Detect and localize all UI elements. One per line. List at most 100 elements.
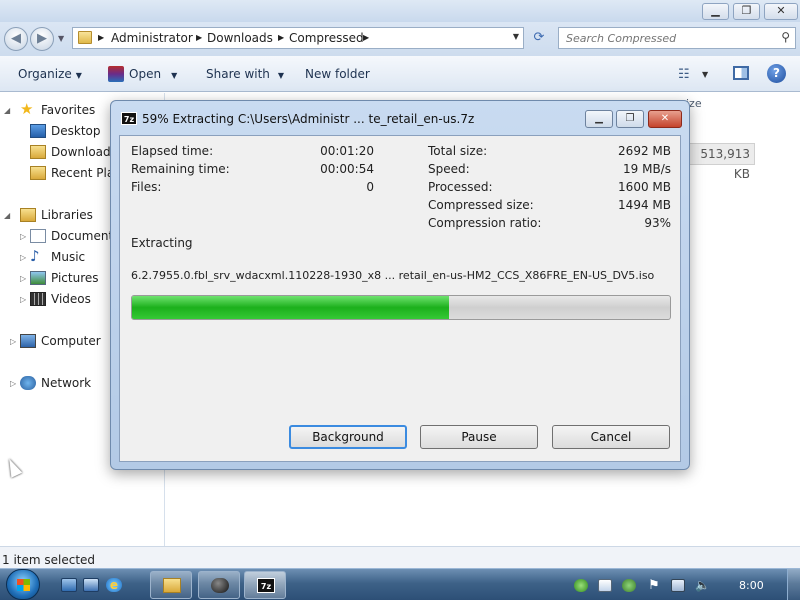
dialog-body: Elapsed time: 00:01:20 Remaining time: 0…	[119, 135, 681, 462]
help-icon[interactable]: ?	[767, 64, 786, 83]
music-icon: ♪	[30, 247, 40, 265]
collapse-icon[interactable]: ◢	[4, 211, 10, 220]
back-button[interactable]: ◀	[4, 27, 28, 51]
expand-icon[interactable]: ▷	[20, 253, 26, 262]
dialog-minimize-button[interactable]: ▁	[585, 110, 613, 128]
nav-computer[interactable]: Computer	[41, 334, 101, 348]
chevron-right-icon[interactable]: ▶	[196, 31, 202, 45]
nav-downloads[interactable]: Downloads	[51, 145, 117, 159]
task-windows-explorer[interactable]	[150, 571, 192, 599]
search-icon[interactable]: ⚲	[781, 30, 790, 44]
preview-pane-icon[interactable]	[733, 66, 749, 80]
progress-bar-fill	[132, 296, 450, 319]
taskbar: e 7z ⚑ 🔈 8:00	[0, 568, 800, 600]
address-row: ◀ ▶ ▼ ▶ Administrator ▶ Downloads ▶ Comp…	[0, 22, 800, 56]
desktop-icon	[30, 124, 46, 138]
minimize-button[interactable]: ▁	[702, 3, 729, 20]
folder-icon	[78, 31, 92, 44]
collapse-icon[interactable]: ◢	[4, 106, 10, 115]
status-text: 1 item selected	[2, 553, 96, 567]
breadcrumb-administrator[interactable]: Administrator	[111, 31, 193, 45]
new-folder-button[interactable]: New folder	[305, 67, 370, 81]
cancel-button[interactable]: Cancel	[552, 425, 670, 449]
organize-button[interactable]: Organize ▼	[18, 67, 82, 81]
task-media-player[interactable]	[198, 571, 240, 599]
show-desktop-quicklaunch-icon[interactable]	[61, 578, 77, 592]
chevron-down-icon[interactable]: ▼	[702, 70, 708, 79]
address-bar[interactable]: ▶ Administrator ▶ Downloads ▶ Compressed…	[72, 27, 524, 49]
share-with-label: Share with	[206, 67, 270, 81]
views-icon[interactable]: ☷	[678, 67, 690, 82]
background-button[interactable]: Background	[289, 425, 407, 449]
chevron-right-icon[interactable]: ▶	[363, 31, 369, 45]
recent-pages-dropdown-icon[interactable]: ▼	[58, 34, 64, 43]
device-icon[interactable]	[598, 579, 612, 592]
extract-progress-dialog: 7z 59% Extracting C:\Users\Administr ...…	[110, 100, 690, 470]
internet-explorer-icon[interactable]: e	[106, 578, 122, 592]
chevron-down-icon: ▼	[277, 71, 285, 80]
current-file-name: 6.2.7955.0.fbl_srv_wdacxml.110228-1930_x…	[131, 269, 655, 282]
chevron-right-icon[interactable]: ▶	[278, 31, 284, 45]
share-with-button[interactable]: Share with ▼	[206, 67, 284, 81]
nav-pictures[interactable]: Pictures	[51, 271, 99, 285]
clock[interactable]: 8:00	[739, 579, 764, 592]
volume-muted-icon[interactable]: 🔈	[695, 579, 710, 592]
files-label: Files:	[131, 180, 162, 194]
expand-icon[interactable]: ▷	[20, 274, 26, 283]
nav-desktop[interactable]: Desktop	[51, 124, 101, 138]
nav-network[interactable]: Network	[41, 376, 91, 390]
dialog-maximize-button[interactable]: ❐	[616, 110, 644, 128]
breadcrumb-compressed[interactable]: Compressed	[289, 31, 364, 45]
forward-button[interactable]: ▶	[30, 27, 54, 51]
open-button[interactable]: Open ▼	[129, 67, 177, 81]
network-status-icon[interactable]	[574, 579, 588, 592]
security-shield-icon[interactable]	[622, 579, 636, 592]
7zip-icon: 7z	[121, 112, 137, 125]
nav-videos[interactable]: Videos	[51, 292, 91, 306]
files-value: 0	[366, 180, 374, 194]
search-box[interactable]: ⚲	[558, 27, 796, 49]
switch-windows-icon[interactable]	[83, 578, 99, 592]
total-size-value: 2692 MB	[618, 144, 671, 158]
close-button[interactable]: ✕	[764, 3, 798, 20]
expand-icon[interactable]: ▷	[20, 295, 26, 304]
search-input[interactable]	[559, 28, 771, 48]
downloads-folder-icon	[30, 145, 46, 159]
nav-music[interactable]: Music	[51, 250, 85, 264]
dialog-close-button[interactable]: ✕	[648, 110, 682, 128]
processed-label: Processed:	[428, 180, 493, 194]
compression-ratio-value: 93%	[644, 216, 671, 230]
compressed-size-value: 1494 MB	[618, 198, 671, 212]
folder-icon	[163, 578, 181, 593]
command-bar: Organize ▼ Open ▼ Share with ▼ New folder ☷…	[0, 56, 800, 92]
address-dropdown-icon[interactable]: ▼	[513, 32, 519, 41]
nav-libraries[interactable]: Libraries	[41, 208, 93, 222]
start-button[interactable]	[6, 569, 40, 600]
dialog-titlebar[interactable]: 7z 59% Extracting C:\Users\Administr ...…	[111, 101, 689, 129]
expand-icon[interactable]: ▷	[20, 232, 26, 241]
remaining-time-label: Remaining time:	[131, 162, 230, 176]
maximize-button[interactable]: ❐	[733, 3, 760, 20]
7zip-icon: 7z	[257, 578, 275, 593]
explorer-titlebar: ▁ ❐ ✕	[0, 0, 800, 22]
expand-icon[interactable]: ▷	[10, 379, 16, 388]
network-connection-icon[interactable]	[671, 579, 685, 592]
nav-favorites[interactable]: Favorites	[41, 103, 95, 117]
operation-status: Extracting	[131, 236, 193, 250]
speed-label: Speed:	[428, 162, 470, 176]
pause-button[interactable]: Pause	[420, 425, 538, 449]
file-size-cell[interactable]: 513,913 KB	[682, 143, 755, 181]
progress-bar	[131, 295, 671, 320]
show-desktop-button[interactable]	[787, 569, 800, 600]
processed-value: 1600 MB	[618, 180, 671, 194]
action-center-flag-icon[interactable]: ⚑	[647, 579, 661, 592]
dialog-title: 59% Extracting C:\Users\Administr ... te…	[142, 112, 475, 126]
task-7zip[interactable]: 7z	[244, 571, 286, 599]
media-player-icon	[211, 578, 229, 593]
refresh-icon[interactable]: ⟳	[528, 30, 550, 48]
elapsed-time-value: 00:01:20	[320, 144, 374, 158]
breadcrumb-downloads[interactable]: Downloads	[207, 31, 273, 45]
chevron-right-icon[interactable]: ▶	[98, 31, 104, 45]
expand-icon[interactable]: ▷	[10, 337, 16, 346]
winrar-icon	[108, 66, 124, 82]
